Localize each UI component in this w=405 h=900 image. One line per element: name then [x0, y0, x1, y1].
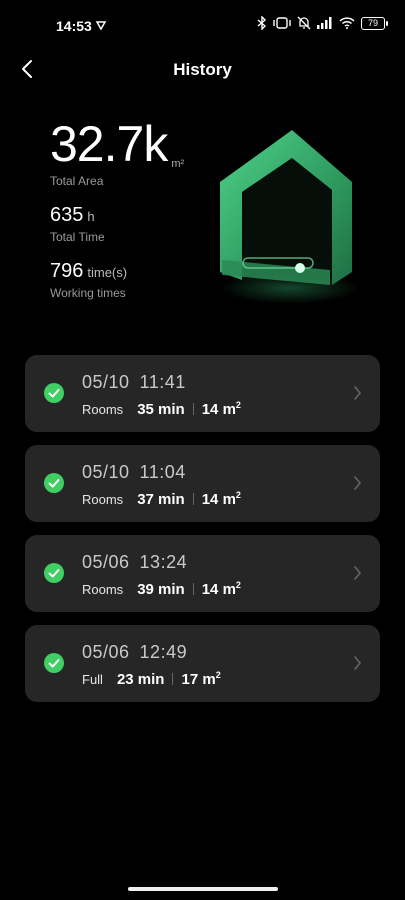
total-area-unit: m²	[171, 158, 185, 170]
mute-icon	[297, 16, 311, 30]
status-bar: 14:53 79	[0, 0, 405, 50]
record-datetime: 05/06 12:49	[82, 642, 187, 663]
record-duration: 37 min	[137, 490, 185, 508]
history-record[interactable]: 05/06 13:24 Rooms 39 min 14 m2	[25, 535, 380, 612]
divider	[192, 583, 194, 595]
record-details: Rooms 39 min 14 m2	[82, 580, 241, 598]
battery-indicator: 79	[361, 16, 388, 30]
record-area: 14 m2	[201, 580, 241, 598]
check-icon	[44, 473, 64, 493]
record-mode: Rooms	[82, 581, 124, 597]
record-details: Rooms 35 min 14 m2	[82, 400, 241, 418]
working-times-label: Working times	[50, 286, 126, 300]
header: History	[0, 50, 405, 90]
record-details: Full 23 min 17 m2	[82, 670, 221, 688]
vibrate-icon	[273, 17, 291, 29]
working-times: 796 time(s) Working times	[50, 260, 184, 300]
history-record[interactable]: 05/06 12:49 Full 23 min 17 m2	[25, 625, 380, 702]
total-area-value: 32.7k	[50, 116, 168, 172]
signal-icon	[317, 17, 332, 29]
working-times-value: 796	[50, 260, 84, 282]
record-area: 14 m2	[201, 490, 241, 508]
total-time-unit: h	[87, 209, 95, 224]
record-datetime: 05/10 11:41	[82, 372, 186, 393]
record-date: 05/06	[82, 642, 130, 662]
record-time: 11:04	[139, 462, 186, 482]
house-illustration	[220, 130, 360, 304]
record-time: 11:41	[139, 372, 186, 392]
history-record[interactable]: 05/10 11:04 Rooms 37 min 14 m2	[25, 445, 380, 522]
check-icon	[44, 383, 64, 403]
working-times-unit: time(s)	[87, 265, 128, 280]
record-date: 05/10	[82, 372, 130, 392]
record-duration: 35 min	[137, 400, 185, 418]
chevron-right-icon	[354, 566, 362, 580]
record-mode: Full	[82, 671, 103, 687]
divider	[192, 403, 194, 415]
record-time: 13:24	[139, 552, 188, 572]
page-title: History	[173, 60, 232, 79]
summary-stats: 32.7k m² Total Area 635 h Total Time 796 ti…	[50, 118, 184, 300]
record-area: 14 m2	[201, 400, 241, 418]
total-time: 635 h Total Time	[50, 204, 184, 244]
status-time: 14:53	[56, 18, 92, 34]
status-icons: 79	[257, 16, 388, 30]
record-time: 12:49	[139, 642, 188, 662]
notification-icon	[95, 21, 107, 31]
check-icon	[44, 653, 64, 673]
total-time-label: Total Time	[50, 230, 105, 244]
record-mode: Rooms	[82, 491, 124, 507]
home-indicator[interactable]	[128, 887, 278, 891]
divider	[172, 673, 174, 685]
wifi-icon	[339, 17, 355, 29]
total-area-label: Total Area	[50, 174, 104, 188]
total-area: 32.7k m² Total Area	[50, 118, 184, 188]
record-area: 17 m2	[181, 670, 221, 688]
divider	[192, 493, 194, 505]
record-duration: 23 min	[116, 670, 165, 688]
record-date: 05/06	[82, 552, 130, 572]
bluetooth-icon	[257, 16, 267, 30]
total-time-value: 635	[50, 204, 84, 226]
record-datetime: 05/06 13:24	[82, 552, 187, 573]
record-datetime: 05/10 11:04	[82, 462, 186, 483]
chevron-right-icon	[354, 386, 362, 400]
history-record[interactable]: 05/10 11:41 Rooms 35 min 14 m2	[25, 355, 380, 432]
chevron-right-icon	[354, 476, 362, 490]
record-date: 05/10	[82, 462, 130, 482]
record-mode: Rooms	[82, 401, 124, 417]
check-icon	[44, 563, 64, 583]
record-details: Rooms 37 min 14 m2	[82, 490, 241, 508]
chevron-right-icon	[354, 656, 362, 670]
record-duration: 39 min	[137, 580, 185, 598]
